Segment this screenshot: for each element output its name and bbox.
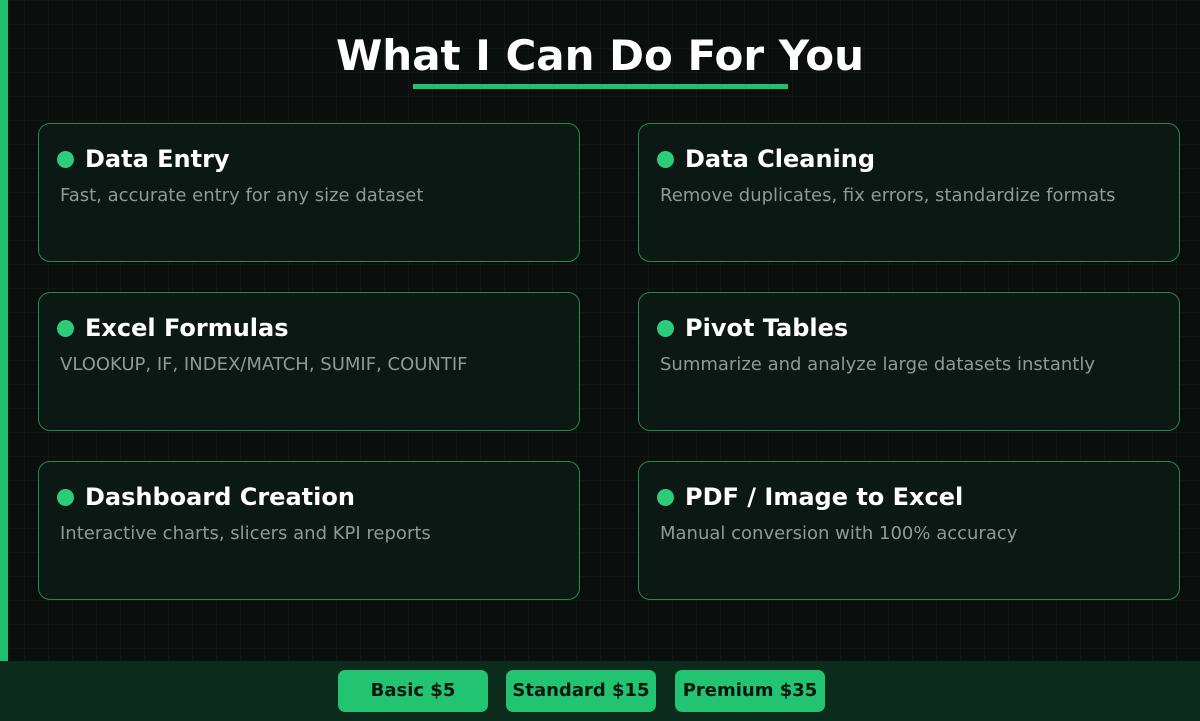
page-title: What I Can Do For You: [335, 31, 865, 80]
standard-plan-button[interactable]: Standard $15: [506, 670, 656, 712]
premium-plan-button[interactable]: Premium $35: [675, 670, 825, 712]
title-underline: [413, 84, 788, 89]
service-title: Data Entry: [85, 145, 230, 173]
service-card-data-entry: Data Entry Fast, accurate entry for any …: [38, 123, 580, 262]
bullet-dot-icon: [657, 151, 674, 168]
bullet-dot-icon: [57, 489, 74, 506]
service-card-excel-formulas: Excel Formulas VLOOKUP, IF, INDEX/MATCH,…: [38, 292, 580, 431]
basic-plan-button[interactable]: Basic $5: [338, 670, 488, 712]
service-card-data-cleaning: Data Cleaning Remove duplicates, fix err…: [638, 123, 1180, 262]
bullet-dot-icon: [657, 489, 674, 506]
service-title: Dashboard Creation: [85, 483, 355, 511]
service-title: Pivot Tables: [685, 314, 849, 342]
service-card-pdf-image-to-excel: PDF / Image to Excel Manual conversion w…: [638, 461, 1180, 600]
service-title: PDF / Image to Excel: [685, 483, 964, 511]
service-description: Summarize and analyze large datasets ins…: [660, 354, 1096, 375]
service-title: Data Cleaning: [685, 145, 876, 173]
service-description: VLOOKUP, IF, INDEX/MATCH, SUMIF, COUNTIF: [60, 354, 468, 375]
service-description: Remove duplicates, fix errors, standardi…: [660, 185, 1116, 206]
service-description: Fast, accurate entry for any size datase…: [60, 185, 424, 206]
service-description: Manual conversion with 100% accuracy: [660, 523, 1018, 544]
left-accent-bar: [0, 0, 8, 661]
bullet-dot-icon: [57, 151, 74, 168]
service-card-pivot-tables: Pivot Tables Summarize and analyze large…: [638, 292, 1180, 431]
service-description: Interactive charts, slicers and KPI repo…: [60, 523, 431, 544]
service-card-dashboard-creation: Dashboard Creation Interactive charts, s…: [38, 461, 580, 600]
bullet-dot-icon: [57, 320, 74, 337]
service-title: Excel Formulas: [85, 314, 289, 342]
bullet-dot-icon: [657, 320, 674, 337]
pricing-footer: Basic $5 Standard $15 Premium $35: [0, 661, 1200, 721]
